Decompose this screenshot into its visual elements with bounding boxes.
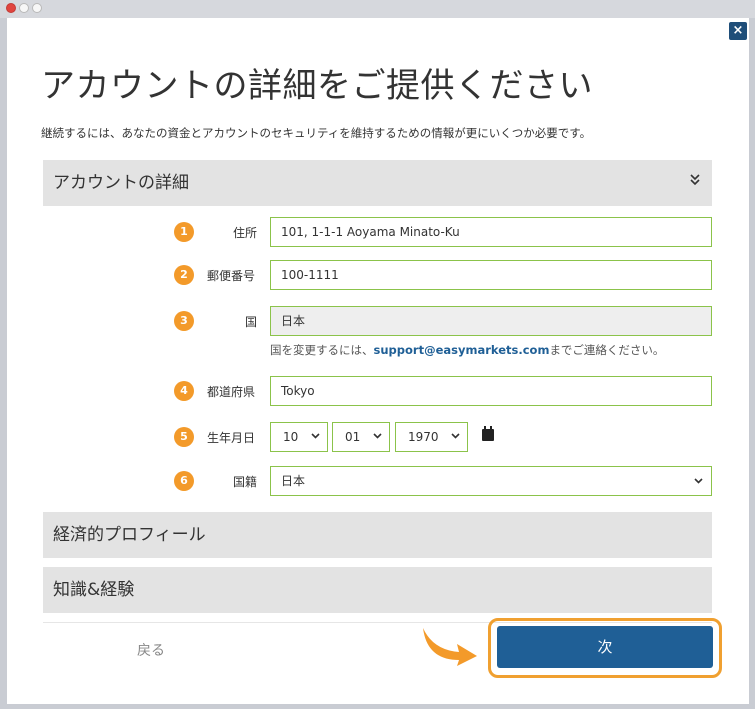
birth-month-select[interactable]: 10 xyxy=(270,422,328,452)
step-badge-4: 4 xyxy=(174,381,194,401)
birth-month-value: 10 xyxy=(283,430,299,444)
window-minimize-dot[interactable] xyxy=(19,3,29,13)
chevron-down-icon xyxy=(311,423,320,451)
hint-text-before: 国を変更するには、 xyxy=(270,343,374,357)
birthdate-row: 5 生年月日 10 01 1970 xyxy=(7,422,749,452)
hint-text-after: までご連絡ください。 xyxy=(549,343,665,357)
pointer-arrow-icon xyxy=(423,628,477,666)
window-titlebar xyxy=(0,0,755,18)
chevron-down-icon xyxy=(373,423,382,451)
section-economic-profile[interactable]: 経済的プロフィール xyxy=(43,512,712,558)
step-badge-5: 5 xyxy=(174,427,194,447)
address-field[interactable]: 101, 1-1-1 Aoyama Minato-Ku xyxy=(270,217,712,247)
step-badge-3: 3 xyxy=(174,311,194,331)
back-button[interactable]: 戻る xyxy=(137,640,165,660)
next-button[interactable]: 次 xyxy=(497,626,713,668)
step-badge-1: 1 xyxy=(174,222,194,242)
prefecture-label: 都道府県 xyxy=(207,385,256,399)
country-change-hint: 国を変更するには、support@easymarkets.comまでご連絡くださ… xyxy=(270,342,664,358)
postal-row: 2 郵便番号 100-1111 xyxy=(7,260,749,290)
section-knowledge-experience-label: 知識&経験 xyxy=(53,580,135,600)
address-label: 住所 xyxy=(233,226,258,240)
postal-code-field[interactable]: 100-1111 xyxy=(270,260,712,290)
prefecture-field[interactable]: Tokyo xyxy=(270,376,712,406)
step-badge-6: 6 xyxy=(174,471,194,491)
close-icon[interactable]: × xyxy=(729,22,747,40)
nationality-value: 日本 xyxy=(281,474,306,488)
section-account-details[interactable]: アカウントの詳細 xyxy=(43,160,712,206)
chevron-down-icon xyxy=(694,467,703,495)
country-label: 国 xyxy=(245,315,258,329)
nationality-label: 国籍 xyxy=(233,475,258,489)
nationality-select[interactable]: 日本 xyxy=(270,466,712,496)
dialog-window: × アカウントの詳細をご提供ください 継続するには、あなたの資金とアカウントのセ… xyxy=(7,18,749,704)
section-knowledge-experience[interactable]: 知識&経験 xyxy=(43,567,712,613)
birth-year-select[interactable]: 1970 xyxy=(395,422,468,452)
country-field: 日本 xyxy=(270,306,712,336)
window-maximize-dot[interactable] xyxy=(32,3,42,13)
birth-day-select[interactable]: 01 xyxy=(332,422,390,452)
section-account-details-label: アカウントの詳細 xyxy=(53,173,189,193)
section-economic-profile-label: 経済的プロフィール xyxy=(53,525,206,545)
chevron-double-down-icon[interactable] xyxy=(690,160,700,206)
support-email-link[interactable]: support@easymarkets.com xyxy=(374,343,550,357)
prefecture-row: 4 都道府県 Tokyo xyxy=(7,376,749,406)
birth-day-value: 01 xyxy=(345,430,361,444)
address-row: 1 住所 101, 1-1-1 Aoyama Minato-Ku xyxy=(7,217,749,247)
step-badge-2: 2 xyxy=(174,265,194,285)
page-subtitle: 継続するには、あなたの資金とアカウントのセキュリティを維持するための情報が更にい… xyxy=(41,126,592,140)
country-row: 3 国 日本 xyxy=(7,306,749,336)
page-title: アカウントの詳細をご提供ください xyxy=(41,66,593,106)
calendar-icon[interactable] xyxy=(482,426,494,441)
birthdate-label: 生年月日 xyxy=(207,431,256,445)
chevron-down-icon xyxy=(451,423,460,451)
birth-year-value: 1970 xyxy=(408,430,439,444)
postal-label: 郵便番号 xyxy=(207,269,256,283)
window-close-dot[interactable] xyxy=(6,3,16,13)
nationality-row: 6 国籍 日本 xyxy=(7,466,749,496)
